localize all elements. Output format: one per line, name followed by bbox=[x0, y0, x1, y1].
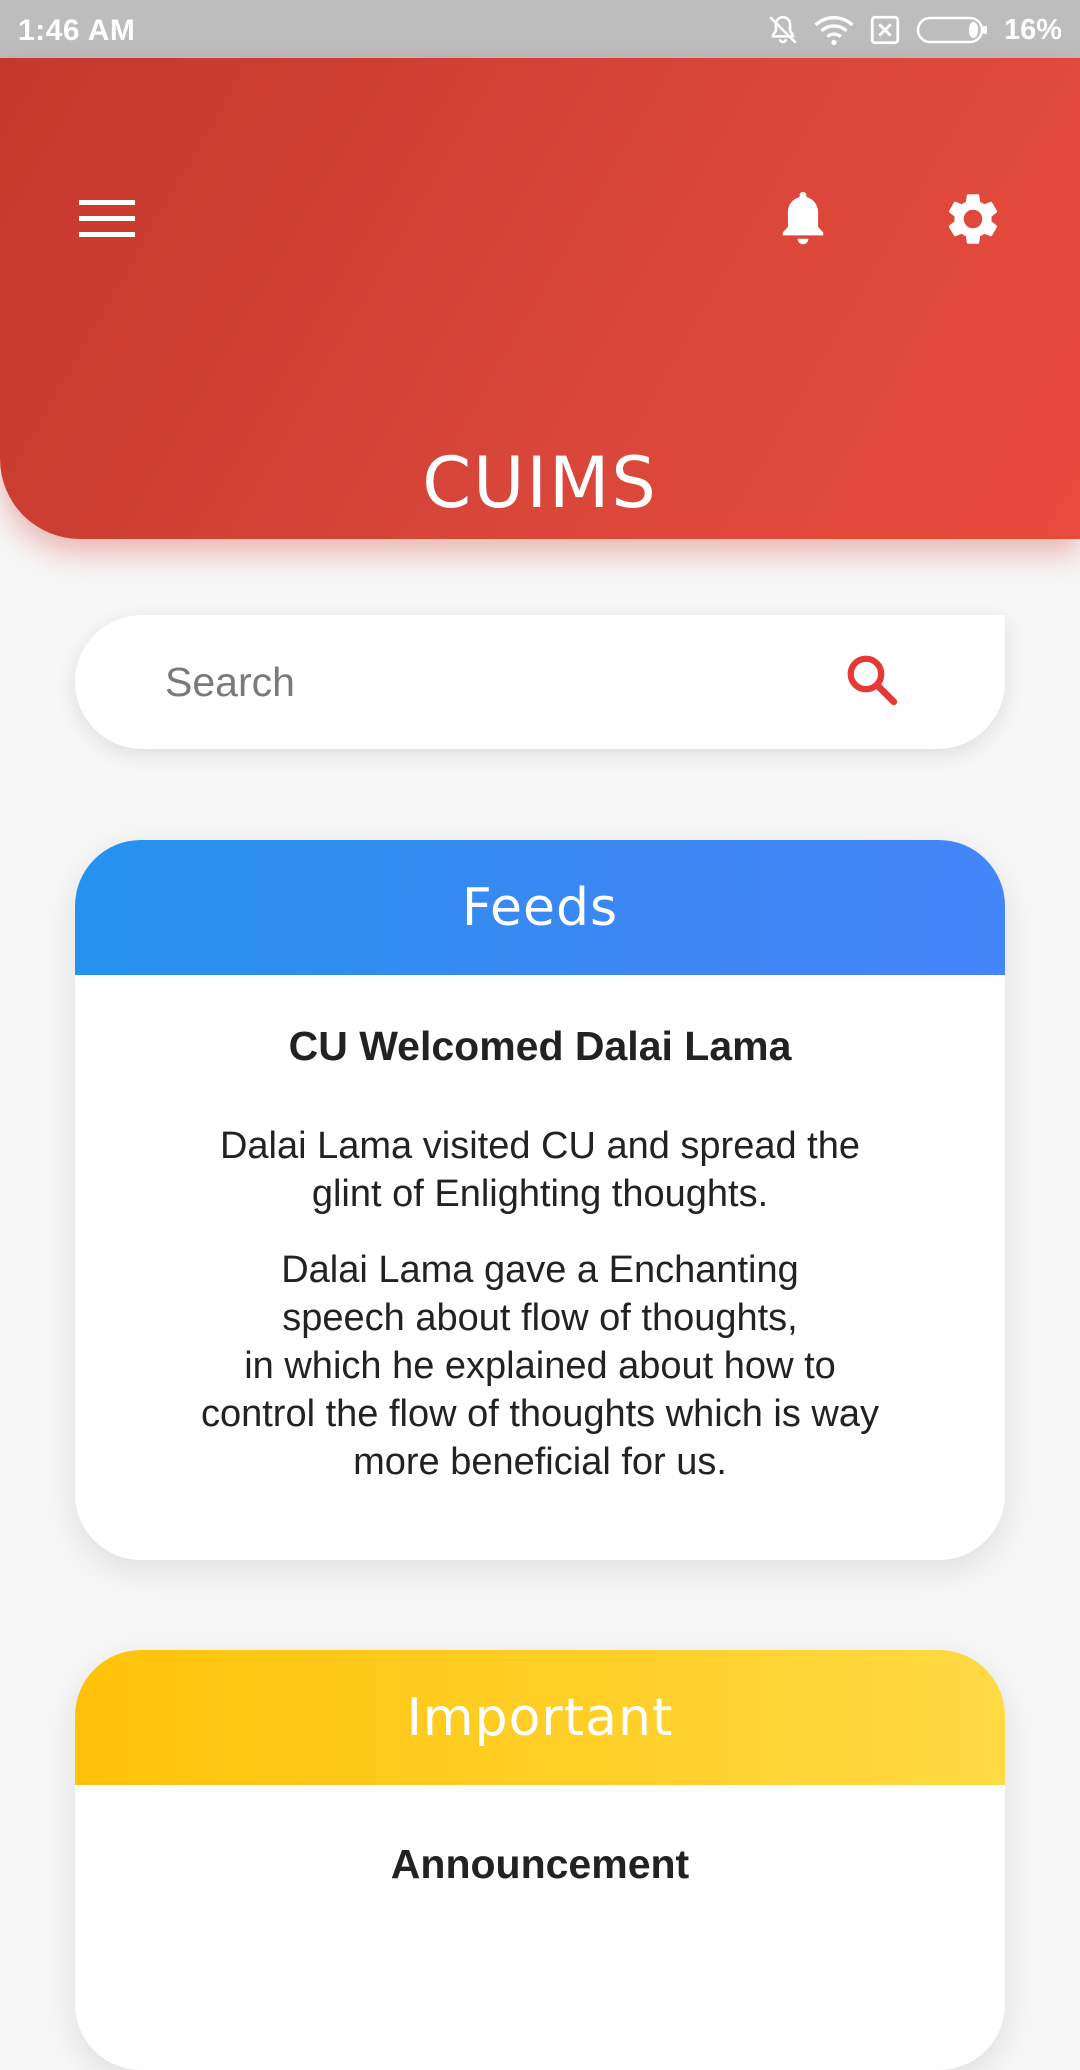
status-time: 1:46 AM bbox=[18, 14, 136, 47]
settings-button[interactable] bbox=[938, 186, 1008, 256]
menu-icon bbox=[79, 198, 135, 245]
app-title: CUIMS bbox=[422, 442, 658, 524]
battery-icon bbox=[916, 15, 990, 45]
sim-x-icon bbox=[868, 13, 902, 47]
search-input[interactable] bbox=[165, 652, 805, 712]
app-header: CUIMS bbox=[0, 58, 1080, 539]
announcement-headline: Announcement bbox=[390, 1841, 690, 1887]
status-icons: 16% bbox=[766, 10, 1062, 50]
search-icon bbox=[843, 651, 901, 714]
feed-paragraph-2: Dalai Lama gave a Enchanting speech abou… bbox=[200, 1249, 879, 1483]
feed-paragraph-1: Dalai Lama visited CU and spread the gli… bbox=[219, 1125, 860, 1215]
wifi-icon bbox=[814, 13, 854, 47]
feeds-card-header: Feeds bbox=[75, 840, 1005, 975]
search-button[interactable] bbox=[840, 650, 904, 714]
important-card-header: Important bbox=[75, 1650, 1005, 1785]
feed-headline: CU Welcomed Dalai Lama bbox=[288, 1023, 792, 1069]
menu-button[interactable] bbox=[74, 188, 140, 254]
status-bar: 1:46 AM 16% bbox=[0, 0, 1080, 60]
feeds-card[interactable]: Feeds CU Welcomed Dalai Lama Dalai Lama … bbox=[75, 840, 1005, 1560]
important-card[interactable]: Important Announcement bbox=[75, 1650, 1005, 2070]
settings-gear-icon bbox=[942, 188, 1004, 255]
battery-percent: 16% bbox=[1003, 13, 1062, 46]
silent-bell-icon bbox=[766, 13, 800, 47]
notifications-button[interactable] bbox=[770, 184, 836, 258]
notification-bell-icon bbox=[776, 187, 830, 256]
